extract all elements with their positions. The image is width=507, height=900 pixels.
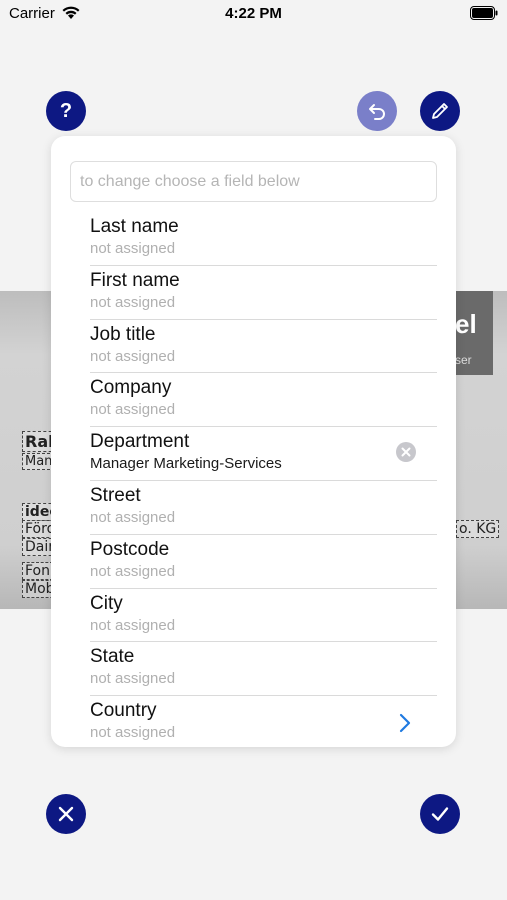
field-value: not assigned (90, 401, 176, 419)
undo-button[interactable] (357, 91, 397, 131)
edit-button[interactable] (420, 91, 460, 131)
scan-phone: Fon (22, 562, 53, 580)
field-label: State (90, 646, 135, 668)
field-row-postcode[interactable]: Postcode not assigned (90, 535, 437, 589)
checkmark-icon (431, 807, 449, 821)
field-label: Company (90, 377, 172, 399)
field-row-city[interactable]: City not assigned (90, 589, 437, 643)
cancel-button[interactable] (46, 794, 86, 834)
help-icon: ? (60, 100, 72, 122)
field-list: Last name not assigned First name not as… (90, 212, 437, 747)
scan-company-suffix: o. KG (456, 520, 500, 538)
battery-icon (470, 6, 498, 20)
field-label: Postcode (90, 538, 170, 560)
svg-text:?: ? (60, 100, 72, 122)
clear-icon[interactable] (396, 442, 416, 463)
field-label: Job title (90, 323, 156, 345)
field-value: not assigned (90, 724, 176, 742)
field-label: Last name (90, 216, 179, 237)
field-label: Department (90, 431, 190, 453)
field-value: not assigned (90, 347, 176, 365)
scan-logo: el ser (453, 291, 493, 375)
field-value: Manager Marketing-Services (90, 455, 282, 473)
field-value: not assigned (90, 293, 176, 311)
field-label: City (90, 592, 123, 614)
field-row-state[interactable]: State not assigned (90, 642, 437, 697)
field-row-first-name[interactable]: First name not assigned (90, 266, 437, 320)
field-label: First name (90, 269, 180, 291)
field-chooser-panel: Last name not assigned First name not as… (51, 136, 456, 747)
field-row-company[interactable]: Company not assigned (90, 373, 437, 428)
confirm-button[interactable] (420, 794, 460, 834)
field-value: not assigned (90, 616, 176, 634)
field-row-street[interactable]: Street not assigned (90, 481, 437, 535)
clock: 4:22 PM (225, 5, 282, 22)
field-row-department[interactable]: Department Manager Marketing-Services (90, 427, 437, 481)
close-icon (58, 806, 74, 822)
field-search-input[interactable] (70, 161, 437, 202)
chevron-right-icon (399, 714, 411, 733)
field-value: not assigned (90, 562, 176, 580)
field-label: Street (90, 484, 141, 506)
pencil-icon (432, 103, 448, 119)
field-row-job-title[interactable]: Job title not assigned (90, 320, 437, 374)
field-value: not assigned (90, 240, 176, 257)
undo-icon (369, 104, 385, 120)
field-row-last-name[interactable]: Last name not assigned (90, 212, 437, 266)
help-button[interactable]: ? (46, 91, 86, 131)
status-bar: Carrier 4:22 PM (0, 0, 507, 30)
clear-x-icon (401, 447, 411, 457)
field-value: not assigned (90, 508, 176, 526)
field-row-country[interactable]: Country not assigned (90, 696, 437, 747)
field-value: not assigned (90, 670, 176, 688)
field-label: Country (90, 700, 157, 722)
